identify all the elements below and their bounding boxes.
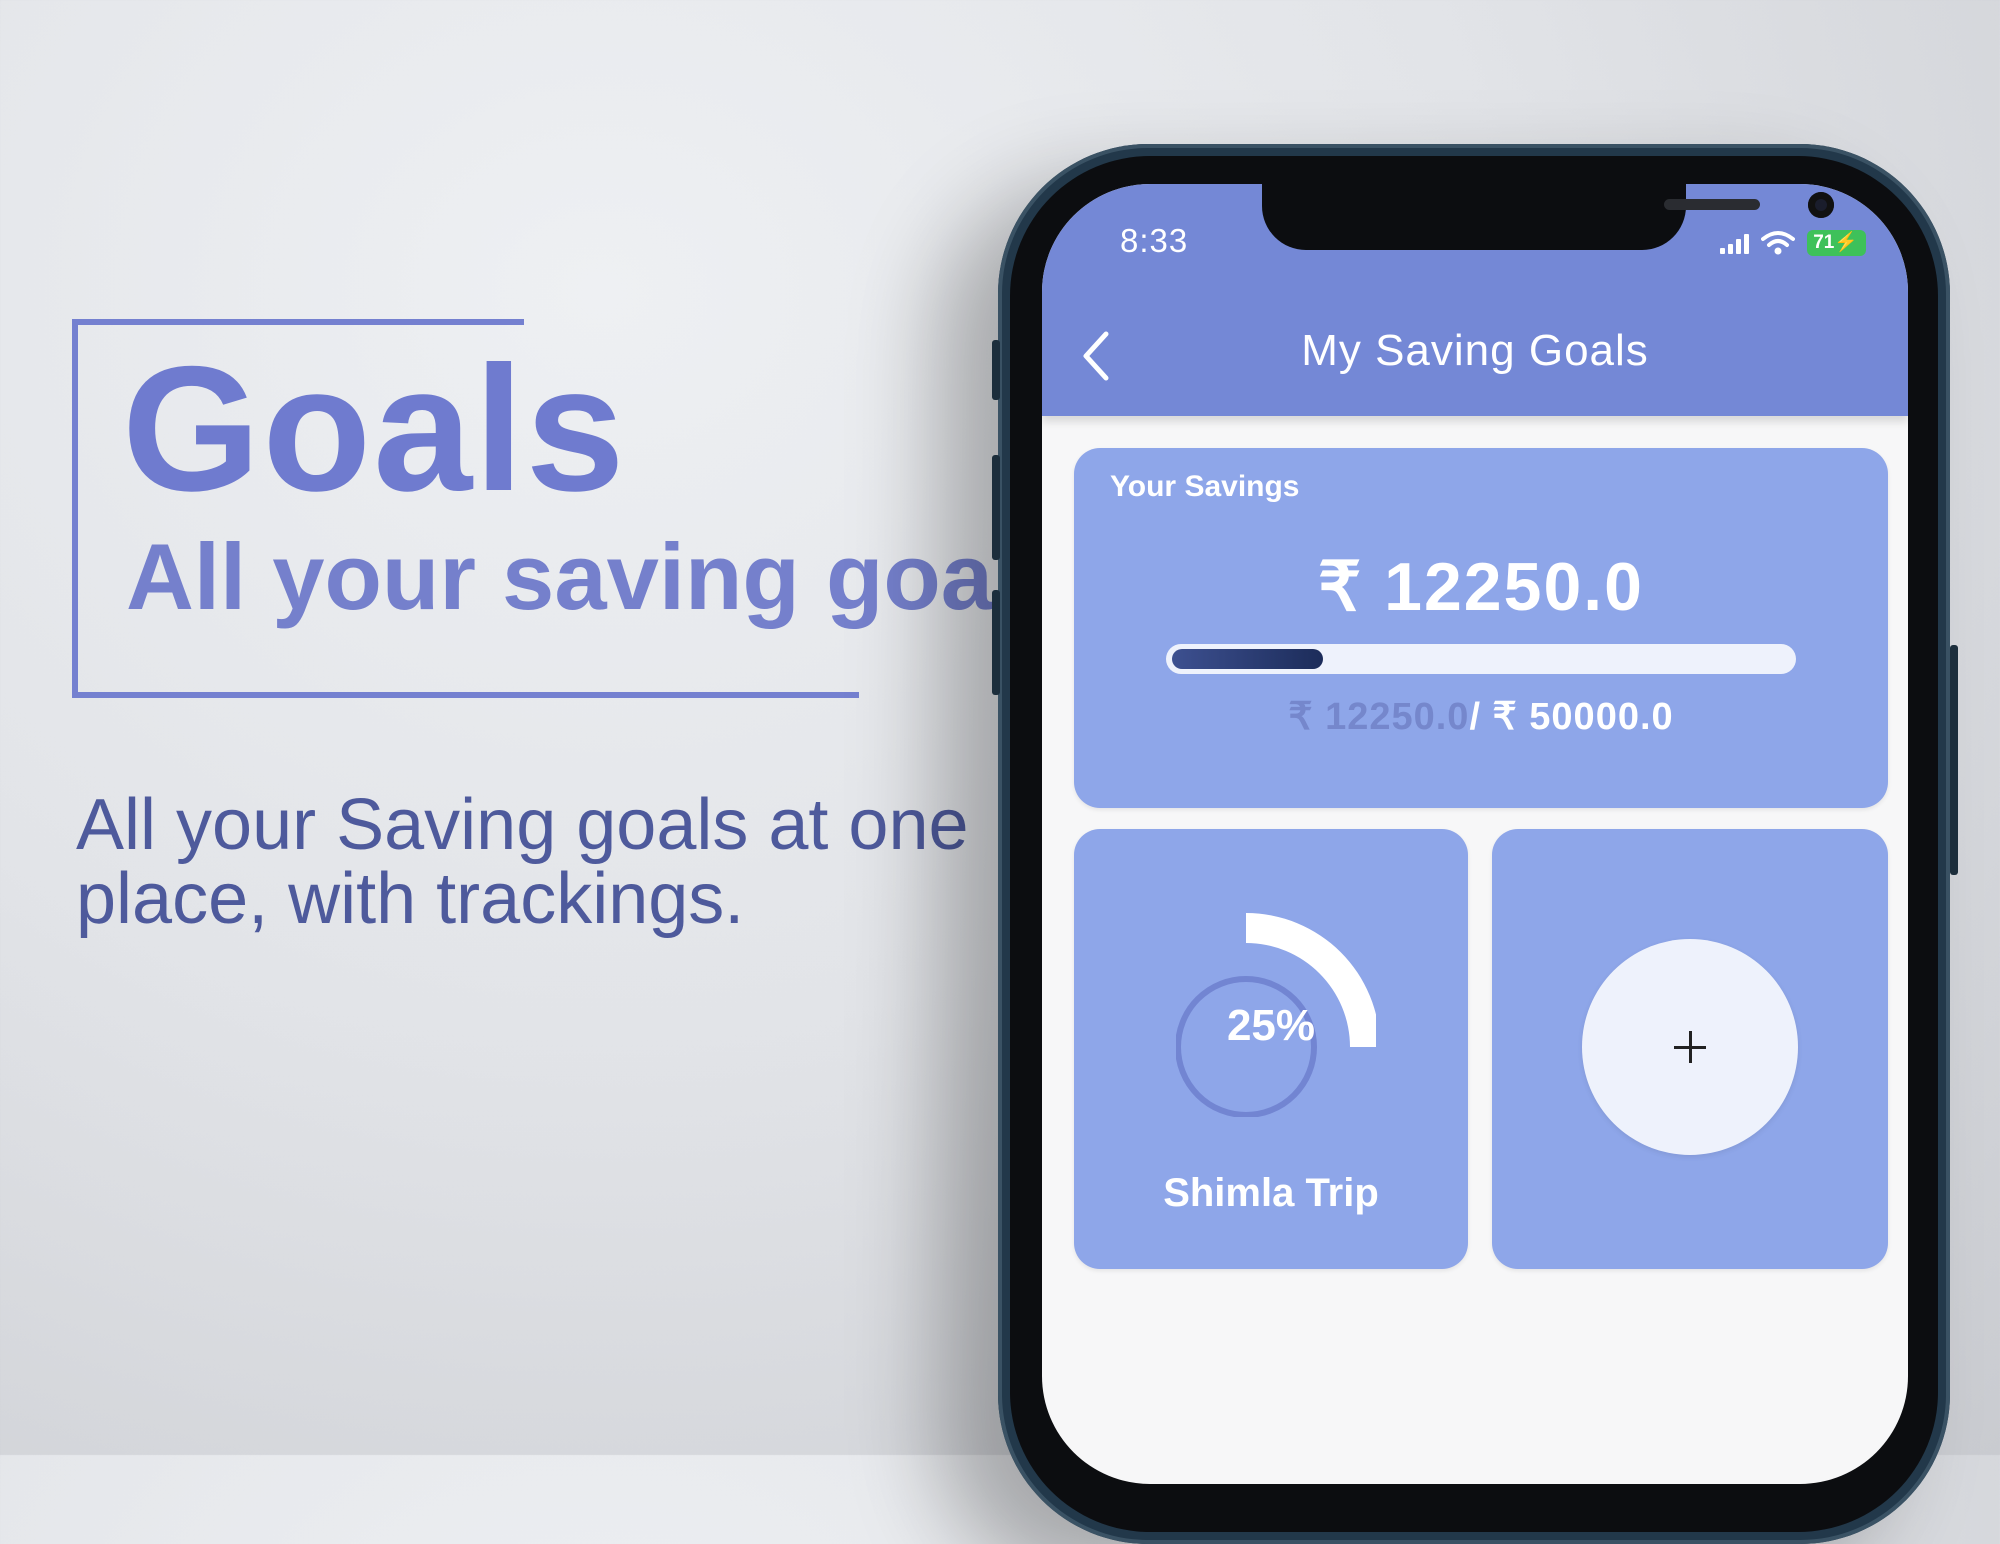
charging-bolt-icon: ⚡ [1834, 232, 1858, 253]
app-bar: 8:33 71⚡ My Saving Goals [1042, 184, 1908, 416]
front-camera [1808, 192, 1834, 218]
savings-summary-card: Your Savings ₹ 12250.0 ₹ 12250.0/ ₹ 5000… [1074, 448, 1888, 808]
goal-percent: 25% [1226, 1001, 1316, 1050]
goal-card[interactable]: 25% Shimla Trip [1074, 829, 1468, 1269]
phone-side-button-volume-down [992, 590, 1000, 695]
hero-subtitle: All your saving goals [126, 524, 1072, 629]
goal-name: Shimla Trip [1163, 1171, 1379, 1215]
cellular-signal-icon [1720, 232, 1750, 254]
status-time: 8:33 [1120, 222, 1189, 259]
hero-frame-left [72, 319, 78, 698]
wifi-icon [1761, 231, 1796, 255]
plus-icon [1670, 1027, 1710, 1067]
phone-side-button-power [1950, 645, 1958, 875]
battery-level: 71 [1813, 232, 1835, 253]
add-goal-card[interactable] [1492, 829, 1888, 1269]
battery-charging-icon: 71⚡ [1807, 230, 1866, 256]
page-title: My Saving Goals [1301, 326, 1649, 375]
savings-current: ₹ 12250.0 [1288, 696, 1470, 738]
savings-progress-fill [1172, 649, 1324, 669]
phone-side-button-mute [992, 340, 1000, 400]
hero-frame-top [72, 319, 524, 325]
savings-target: ₹ 50000.0 [1481, 696, 1674, 738]
savings-separator: / [1469, 696, 1481, 738]
savings-progress-text: ₹ 12250.0/ ₹ 50000.0 [1074, 694, 1888, 739]
status-icons: 71⚡ [1720, 228, 1866, 258]
hero-description: All your Saving goals at one place, with… [76, 785, 969, 939]
speaker-grille [1664, 199, 1760, 210]
add-goal-button[interactable] [1582, 939, 1798, 1155]
phone-side-button-volume-up [992, 455, 1000, 560]
notch [1262, 184, 1834, 250]
savings-amount: ₹ 12250.0 [1318, 549, 1644, 625]
hero-title: Goals [122, 329, 627, 528]
savings-label: Your Savings [1110, 470, 1300, 503]
phone-screen: 8:33 71⚡ My Saving Goals Your Savings ₹ … [1042, 184, 1908, 1484]
savings-progress-bar [1166, 644, 1796, 674]
hero-frame-bottom [72, 692, 859, 698]
